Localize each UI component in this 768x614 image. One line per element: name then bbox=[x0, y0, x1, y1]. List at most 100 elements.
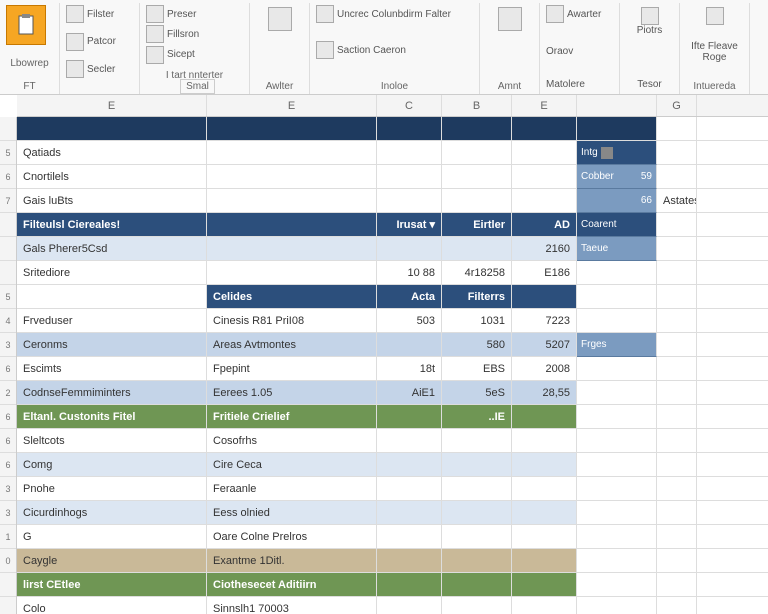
side-cell[interactable] bbox=[577, 597, 657, 614]
cell[interactable]: 2160 bbox=[512, 237, 577, 260]
ribbon-item[interactable]: Matolere bbox=[546, 79, 585, 90]
cell[interactable]: Escimts bbox=[17, 357, 207, 380]
cell[interactable]: Irusat ▾ bbox=[377, 213, 442, 236]
ribbon-item[interactable]: Oraov bbox=[546, 46, 573, 57]
cell[interactable]: Gals Pherer5Csd bbox=[17, 237, 207, 260]
cell[interactable] bbox=[377, 549, 442, 572]
cell[interactable]: Cinesis R81 PriI08 bbox=[207, 309, 377, 332]
cell[interactable]: Qatiads bbox=[17, 141, 207, 164]
row-header[interactable] bbox=[0, 237, 16, 261]
ribbon-item[interactable]: Sicept bbox=[167, 49, 195, 60]
cell[interactable]: Acta bbox=[377, 285, 442, 308]
side-cell[interactable] bbox=[577, 405, 657, 428]
cell[interactable] bbox=[657, 261, 697, 284]
cell[interactable]: Comg bbox=[17, 453, 207, 476]
ribbon-btn[interactable] bbox=[686, 5, 743, 27]
row-header[interactable]: 2 bbox=[0, 381, 16, 405]
row-header[interactable] bbox=[0, 261, 16, 285]
cell[interactable]: CodnseFemmiminters bbox=[17, 381, 207, 404]
cell[interactable] bbox=[377, 429, 442, 452]
row-header[interactable]: 4 bbox=[0, 309, 16, 333]
cell[interactable] bbox=[207, 213, 377, 236]
side-cell[interactable] bbox=[577, 309, 657, 332]
cell[interactable] bbox=[442, 117, 512, 140]
cell[interactable] bbox=[657, 213, 697, 236]
cell[interactable]: G bbox=[17, 525, 207, 548]
side-cell[interactable] bbox=[577, 453, 657, 476]
row-header[interactable]: 0 bbox=[0, 549, 16, 573]
side-cell[interactable]: 66 bbox=[577, 189, 657, 213]
cell[interactable] bbox=[377, 525, 442, 548]
cell[interactable] bbox=[207, 237, 377, 260]
cell[interactable] bbox=[377, 501, 442, 524]
cell[interactable]: Sinnslh1 70003 bbox=[207, 597, 377, 614]
row-header[interactable] bbox=[0, 117, 16, 141]
side-cell[interactable]: Coarent bbox=[577, 213, 657, 237]
col-header[interactable]: B bbox=[442, 95, 512, 116]
cell[interactable]: Fpepint bbox=[207, 357, 377, 380]
side-cell[interactable] bbox=[577, 261, 657, 284]
side-cell[interactable] bbox=[577, 429, 657, 452]
cell[interactable] bbox=[377, 597, 442, 614]
cell[interactable] bbox=[512, 189, 577, 212]
cell[interactable]: Frveduser bbox=[17, 309, 207, 332]
cell[interactable]: Areas Avtmontes bbox=[207, 333, 377, 356]
side-cell[interactable] bbox=[577, 381, 657, 404]
cell[interactable] bbox=[442, 141, 512, 164]
cell[interactable] bbox=[377, 477, 442, 500]
row-header[interactable] bbox=[0, 213, 16, 237]
cell[interactable]: 4r18258 bbox=[442, 261, 512, 284]
generic-icon[interactable] bbox=[66, 60, 84, 78]
row-header[interactable]: 1 bbox=[0, 525, 16, 549]
cell[interactable]: Oare Colne Prelros bbox=[207, 525, 377, 548]
row-header[interactable]: 3 bbox=[0, 501, 16, 525]
side-cell[interactable]: Frges bbox=[577, 333, 657, 357]
cell[interactable]: EBS bbox=[442, 357, 512, 380]
row-header[interactable]: 3 bbox=[0, 333, 16, 357]
side-cell[interactable] bbox=[577, 501, 657, 524]
cell[interactable] bbox=[207, 261, 377, 284]
row-header[interactable]: 3 bbox=[0, 477, 16, 501]
cell[interactable] bbox=[377, 453, 442, 476]
cell[interactable] bbox=[657, 429, 697, 452]
side-cell[interactable]: Cobber59 bbox=[577, 165, 657, 189]
cell[interactable] bbox=[657, 477, 697, 500]
cell[interactable]: Feraanle bbox=[207, 477, 377, 500]
row-header[interactable]: 6 bbox=[0, 429, 16, 453]
cell[interactable] bbox=[657, 285, 697, 308]
cell[interactable]: 580 bbox=[442, 333, 512, 356]
col-header[interactable]: G bbox=[657, 95, 697, 116]
cell[interactable]: Eirtler bbox=[442, 213, 512, 236]
cell[interactable] bbox=[657, 549, 697, 572]
generic-icon[interactable] bbox=[146, 25, 164, 43]
cell[interactable] bbox=[512, 549, 577, 572]
cell[interactable]: 503 bbox=[377, 309, 442, 332]
cell[interactable] bbox=[512, 525, 577, 548]
cell[interactable]: lirst CEtlee bbox=[17, 573, 207, 596]
cell[interactable] bbox=[442, 189, 512, 212]
ribbon-btn[interactable] bbox=[256, 5, 303, 33]
cell[interactable] bbox=[657, 573, 697, 596]
cell[interactable] bbox=[377, 189, 442, 212]
cell[interactable]: Exantme 1Ditl. bbox=[207, 549, 377, 572]
paste-icon[interactable] bbox=[6, 5, 46, 45]
cell[interactable] bbox=[442, 453, 512, 476]
cell[interactable] bbox=[657, 357, 697, 380]
cell[interactable] bbox=[377, 237, 442, 260]
cell[interactable] bbox=[657, 309, 697, 332]
cell[interactable] bbox=[512, 141, 577, 164]
cell[interactable] bbox=[442, 501, 512, 524]
col-header[interactable]: C bbox=[377, 95, 442, 116]
generic-icon[interactable] bbox=[66, 33, 84, 51]
generic-icon[interactable] bbox=[146, 46, 164, 64]
cell[interactable]: Eerees 1.05 bbox=[207, 381, 377, 404]
cell[interactable]: AD bbox=[512, 213, 577, 236]
cell[interactable] bbox=[207, 117, 377, 140]
cell[interactable] bbox=[512, 429, 577, 452]
cell[interactable]: Filterrs bbox=[442, 285, 512, 308]
ribbon-item[interactable]: Awarter bbox=[567, 9, 601, 20]
ribbon-item[interactable]: Secler bbox=[87, 64, 115, 75]
cell[interactable]: Sleltcots bbox=[17, 429, 207, 452]
cell[interactable] bbox=[657, 501, 697, 524]
cell[interactable] bbox=[512, 573, 577, 596]
